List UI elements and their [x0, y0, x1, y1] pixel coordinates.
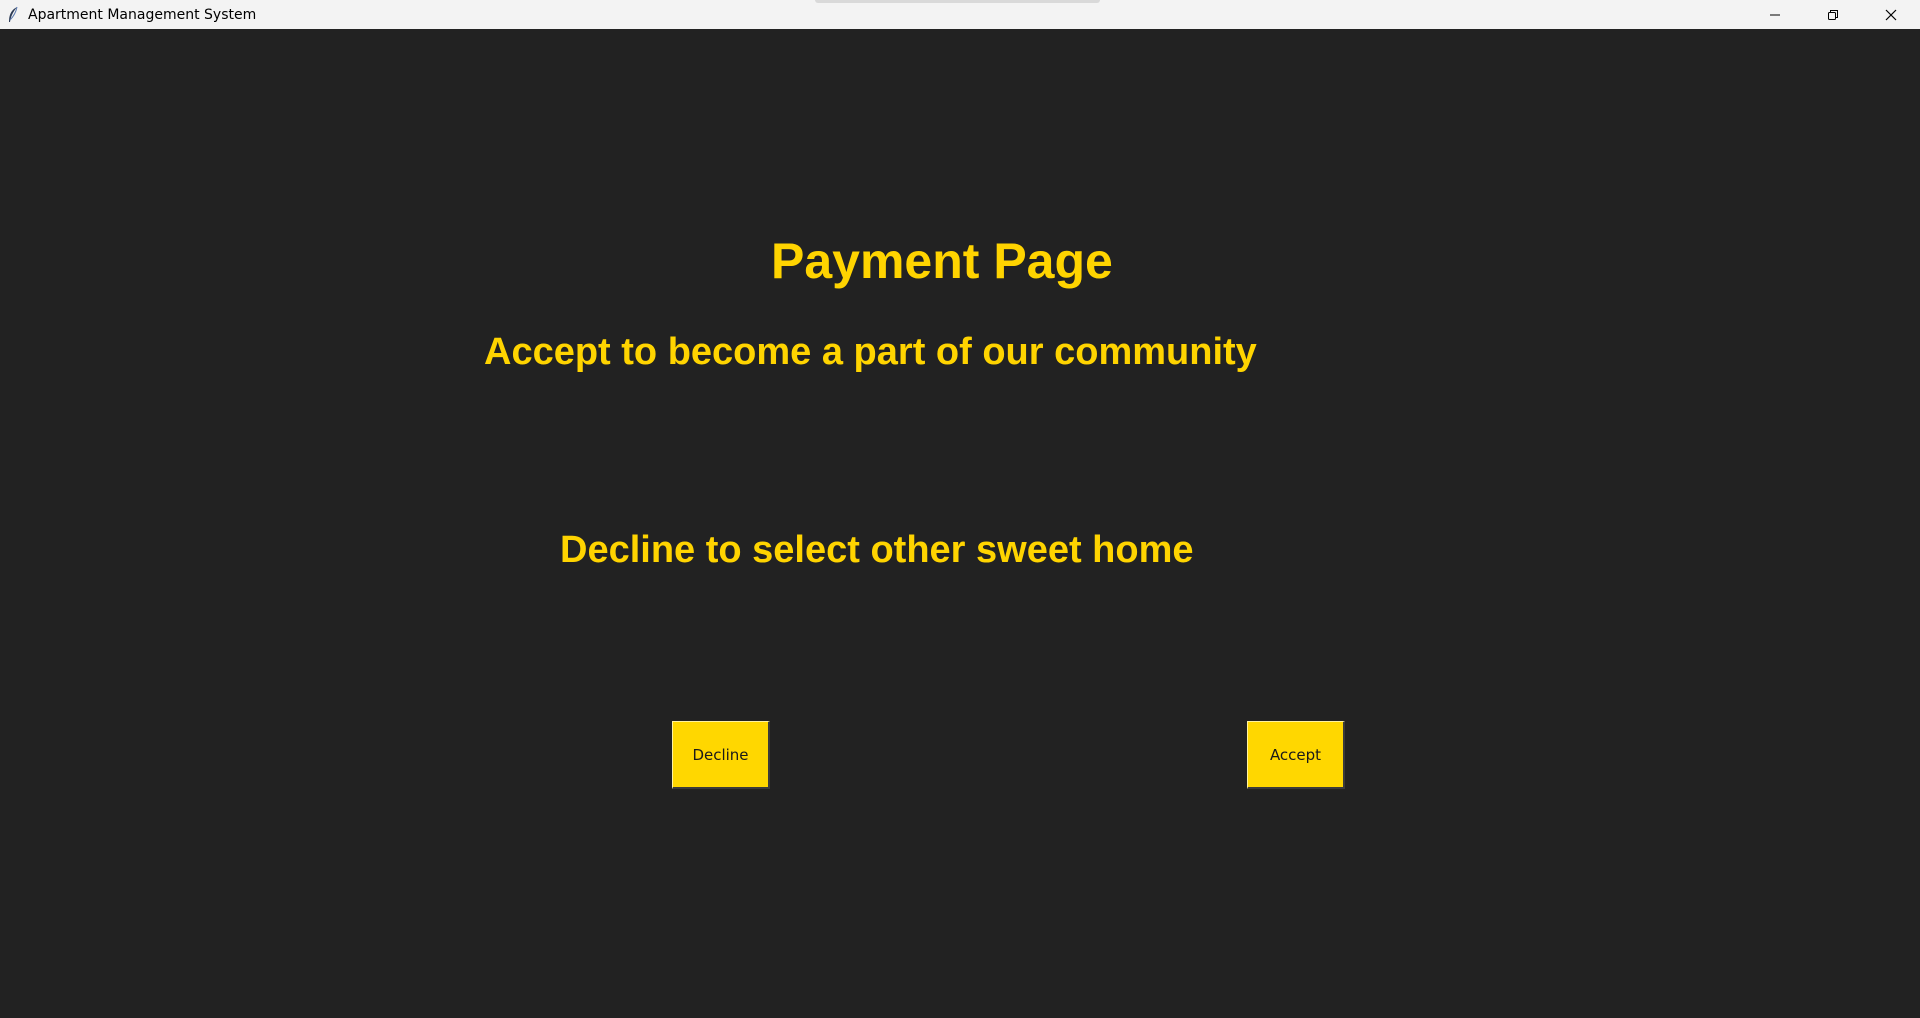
accept-button[interactable]: Accept: [1247, 721, 1345, 789]
window-titlebar[interactable]: Apartment Management System: [0, 0, 1920, 29]
accept-button-label: Accept: [1269, 745, 1322, 764]
minimize-button[interactable]: [1746, 0, 1804, 29]
feather-icon: [6, 5, 20, 25]
close-button[interactable]: [1862, 0, 1920, 29]
payment-page-content: Payment Page Accept to become a part of …: [0, 29, 1920, 1018]
close-icon: [1885, 9, 1897, 20]
window-title: Apartment Management System: [28, 6, 257, 23]
restore-icon: [1828, 9, 1838, 20]
page-title: Payment Page: [771, 233, 1113, 289]
window-controls: [1746, 0, 1920, 29]
snap-layout-hint: [815, 0, 1100, 3]
accept-message: Accept to become a part of our community: [484, 331, 1257, 373]
minimize-icon: [1770, 14, 1780, 15]
decline-button-label: Decline: [692, 745, 749, 764]
decline-message: Decline to select other sweet home: [560, 529, 1194, 571]
decline-button[interactable]: Decline: [672, 721, 770, 789]
restore-button[interactable]: [1804, 0, 1862, 29]
